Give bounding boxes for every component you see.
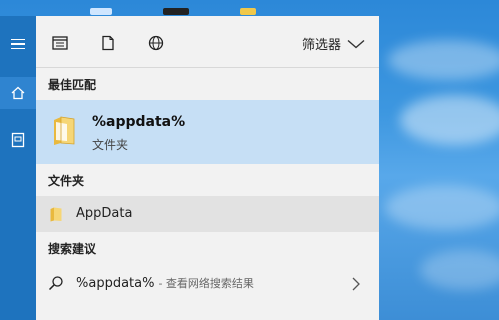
chevron-down-icon <box>347 39 365 48</box>
best-match-type: 文件夹 <box>92 138 129 152</box>
apps-icon[interactable] <box>51 34 69 52</box>
documents-icon[interactable] <box>99 34 117 52</box>
filter-dropdown[interactable]: 筛选器 <box>302 34 365 53</box>
suggestion-hint: - 查看网络搜索结果 <box>158 277 254 290</box>
best-match-result[interactable]: %appdata% 文件夹 <box>36 100 379 164</box>
folder-icon <box>50 207 62 222</box>
web-icon[interactable] <box>147 34 165 52</box>
web-suggestion-result[interactable]: %appdata% - 查看网络搜索结果 <box>36 264 379 300</box>
filter-label: 筛选器 <box>301 38 341 53</box>
start-rail <box>0 16 36 320</box>
search-toolbar: 筛选器 <box>36 16 379 68</box>
suggestion-text: %appdata% - 查看网络搜索结果 <box>76 275 254 291</box>
home-icon[interactable] <box>0 77 36 109</box>
folder-result-appdata[interactable]: AppData <box>36 196 379 232</box>
folder-result-label: AppData <box>76 206 133 221</box>
desktop-icon[interactable] <box>90 8 112 15</box>
section-suggestions: 搜索建议 <box>48 242 97 256</box>
document-icon[interactable] <box>0 124 36 156</box>
section-folders: 文件夹 <box>48 174 85 188</box>
cloud <box>385 185 499 230</box>
section-best-match: 最佳匹配 <box>48 78 97 92</box>
cloud <box>420 250 499 290</box>
cloud <box>388 40 499 80</box>
search-results-panel: 筛选器 最佳匹配 %appdata% 文件夹 文件夹 AppData 搜索建议 … <box>36 16 379 320</box>
suggestion-query: %appdata% <box>76 276 155 291</box>
desktop-icon[interactable] <box>240 8 256 15</box>
chevron-right-icon[interactable] <box>351 276 361 291</box>
hamburger-icon[interactable] <box>0 28 36 60</box>
search-icon <box>48 275 64 291</box>
best-match-title: %appdata% <box>92 114 186 130</box>
desktop-icon[interactable] <box>163 8 189 15</box>
cloud <box>400 95 499 145</box>
folder-icon <box>53 116 75 146</box>
